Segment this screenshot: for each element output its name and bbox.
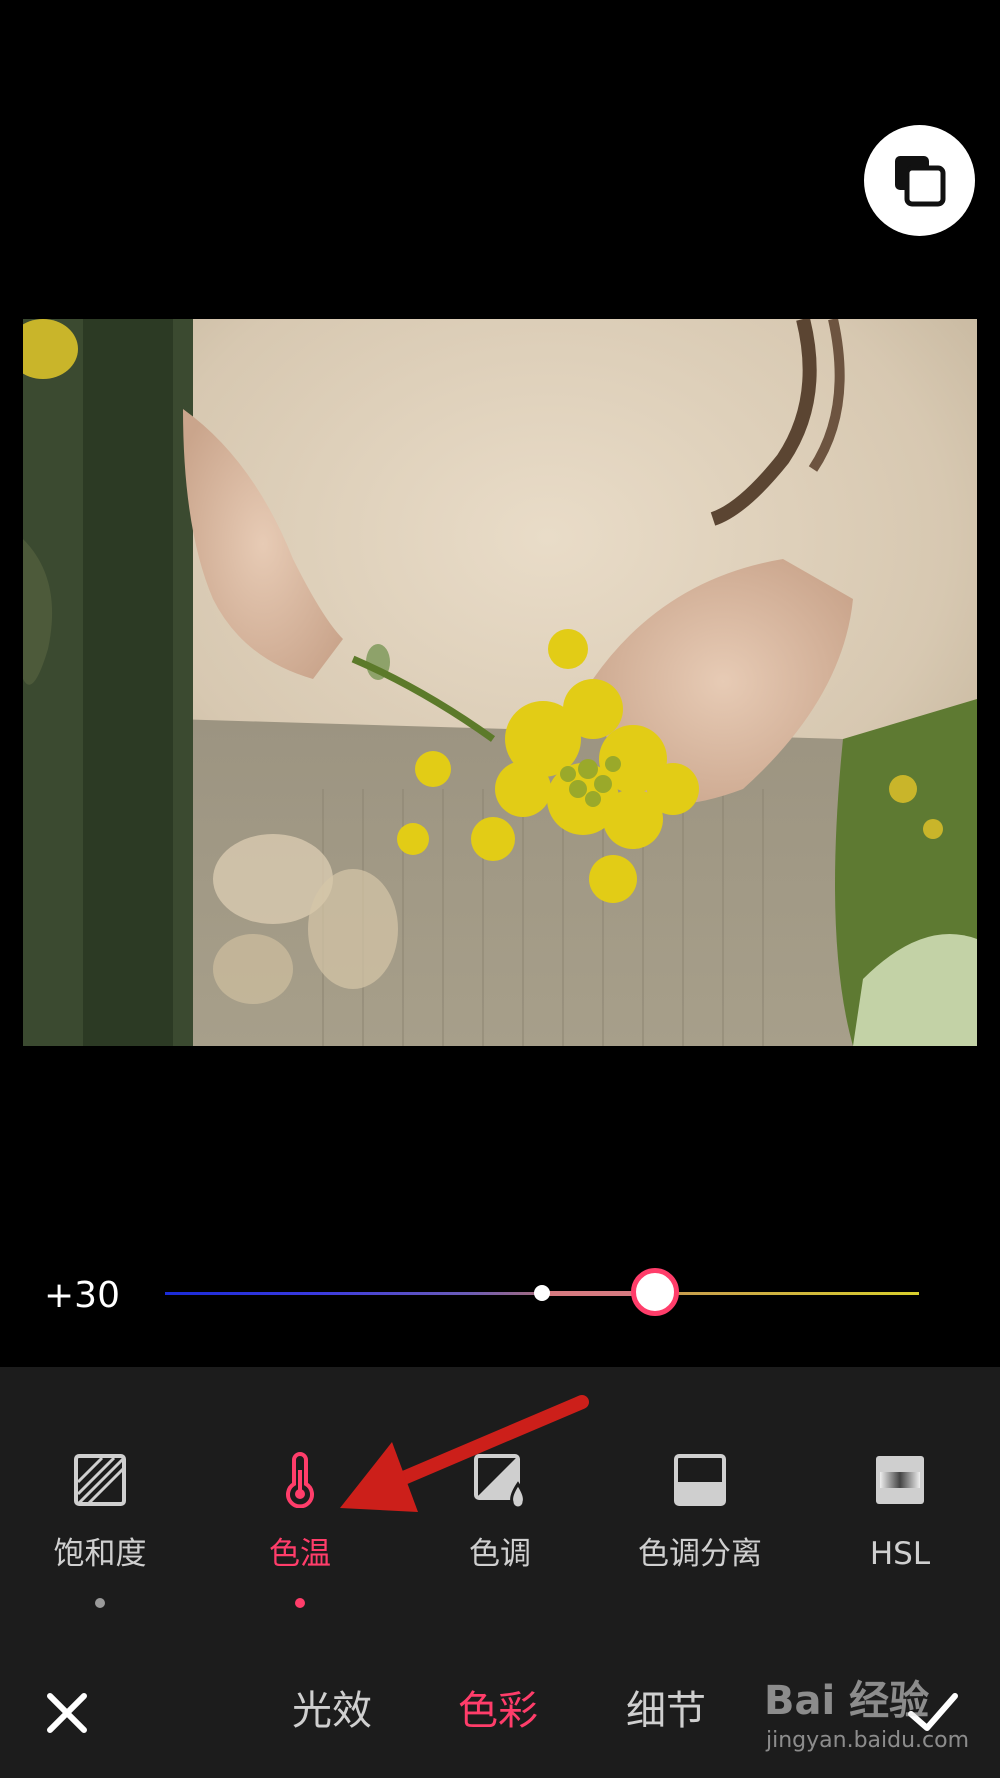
compare-button[interactable] <box>864 125 975 236</box>
photo-preview <box>23 319 977 1046</box>
hsl-icon <box>876 1456 924 1504</box>
watermark-url: jingyan.baidu.com <box>766 1728 970 1753</box>
split-tone-icon <box>674 1454 726 1506</box>
watermark: Bai 经验 jingyan.baidu.com <box>760 1668 980 1768</box>
annotation-arrow <box>340 1395 589 1512</box>
tool-split-tone[interactable]: 色调分离 <box>620 1452 780 1574</box>
close-button[interactable] <box>42 1688 92 1738</box>
tool-saturation[interactable]: 饱和度 <box>20 1452 180 1608</box>
compare-icon <box>894 155 945 206</box>
slider-value: +30 <box>44 1275 120 1316</box>
slider-thumb[interactable] <box>631 1268 680 1316</box>
saturation-icon <box>74 1454 126 1506</box>
modified-dot <box>295 1598 305 1608</box>
tool-hsl[interactable]: HSL <box>820 1452 980 1574</box>
slider-center-marker <box>534 1285 550 1301</box>
tab-color[interactable]: 色彩 <box>458 1685 538 1737</box>
tool-label-split-tone: 色调分离 <box>638 1536 762 1572</box>
tool-label-tint: 色调 <box>469 1536 531 1572</box>
tool-label-saturation: 饱和度 <box>53 1536 147 1572</box>
close-icon <box>47 1693 87 1733</box>
tool-label-temperature: 色温 <box>269 1536 331 1572</box>
tool-label-hsl: HSL <box>869 1536 931 1572</box>
tab-detail[interactable]: 细节 <box>626 1685 706 1737</box>
watermark-logo: Bai 经验 <box>764 1678 930 1724</box>
tab-light[interactable]: 光效 <box>292 1685 372 1737</box>
modified-dot <box>95 1598 105 1608</box>
